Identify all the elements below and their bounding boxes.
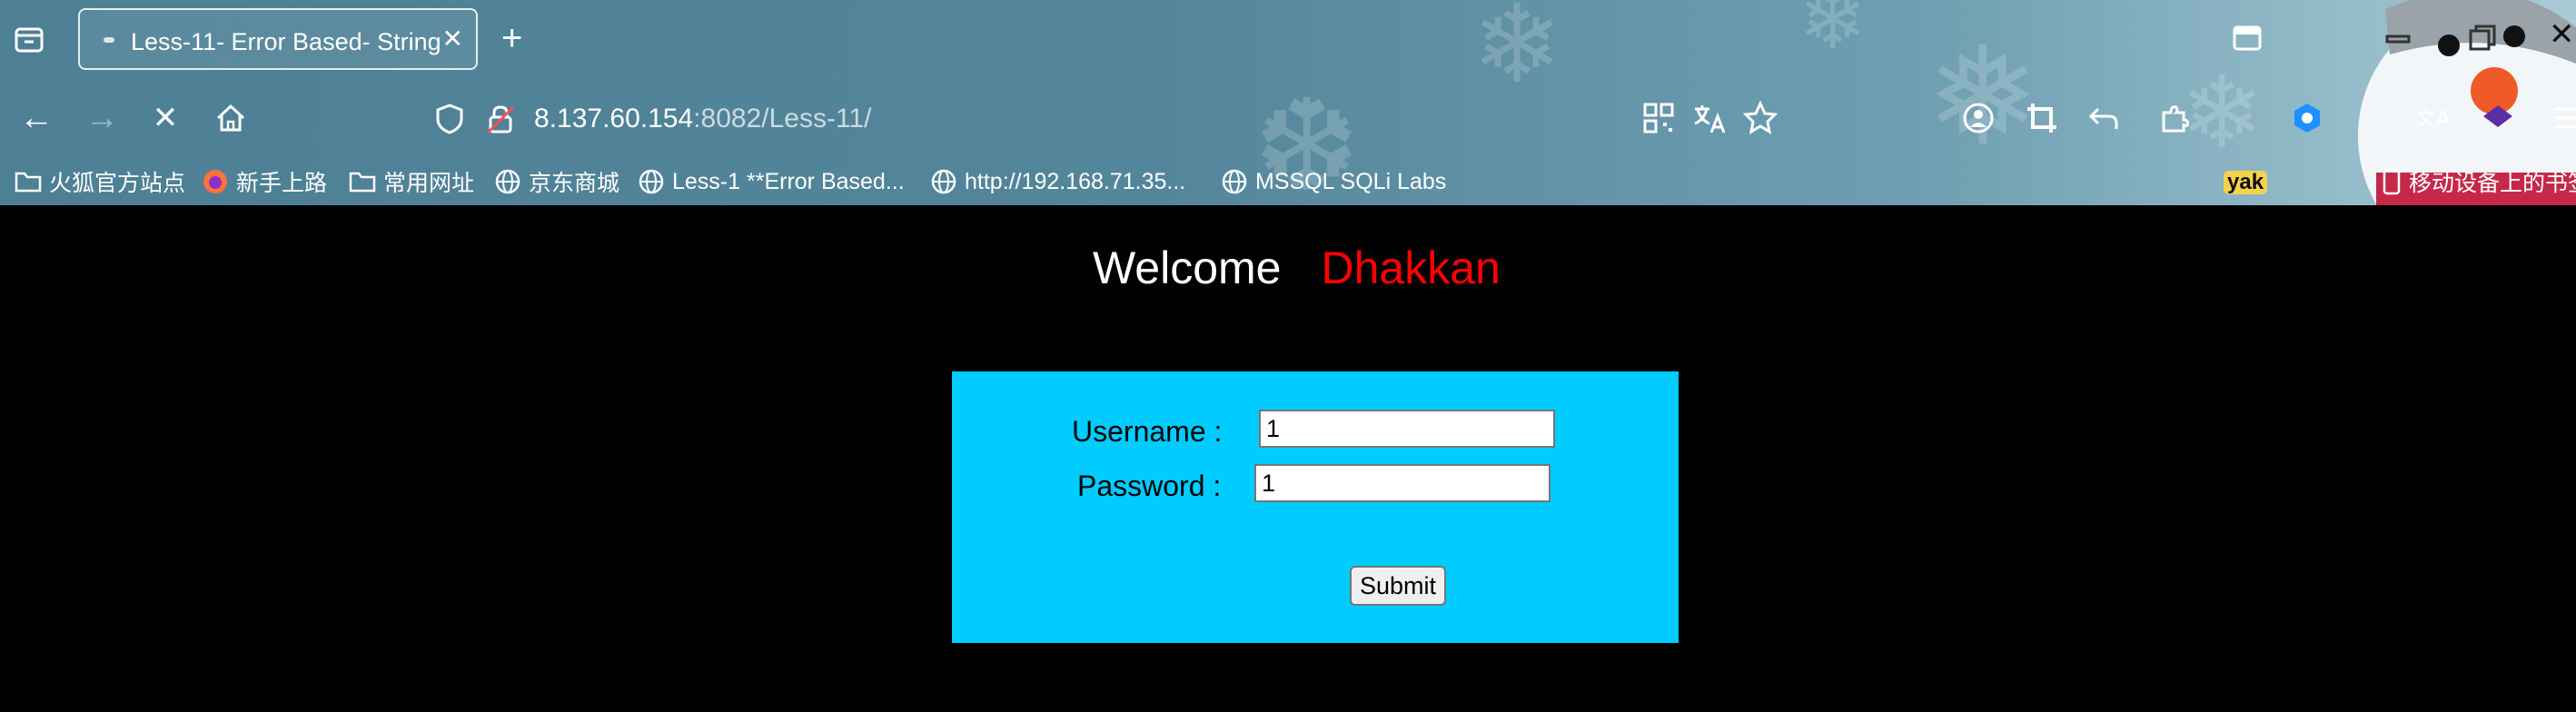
shield-icon[interactable] (432, 102, 467, 136)
username-highlight: Dhakkan (1321, 242, 1501, 293)
username-label: Username : (1072, 415, 1223, 448)
menu-icon[interactable] (2549, 100, 2576, 136)
bookmark-item[interactable]: 常用网址 (349, 165, 474, 198)
username-input[interactable] (1259, 410, 1555, 448)
globe-icon (639, 169, 664, 194)
submit-button[interactable]: Submit (1350, 566, 1446, 606)
password-label: Password : (1077, 470, 1222, 502)
welcome-heading: Welcome Dhakkan (1093, 242, 1501, 294)
bookmark-label: http://192.168.71.35... (965, 168, 1186, 194)
translate-icon[interactable] (1691, 100, 1728, 136)
stop-loading-button[interactable]: ✕ (145, 98, 185, 138)
bookmarks-toolbar: 火狐官方站点 新手上路 常用网址 京东商城 Less-1 **Error Bas… (0, 158, 2576, 205)
tab-less-11[interactable]: Less-11- Error Based- String ✕ (78, 8, 478, 70)
bookmark-item[interactable]: 火狐官方站点 (15, 165, 185, 198)
svg-text:文A: 文A (2416, 108, 2449, 131)
new-tab-icon[interactable]: + (501, 16, 522, 60)
globe-icon (1222, 169, 1247, 194)
forward-button[interactable]: → (82, 98, 122, 138)
bookmark-item[interactable]: 京东商城 (494, 165, 619, 198)
restore-icon[interactable] (2463, 20, 2500, 56)
bookmark-label: 常用网址 (383, 171, 475, 196)
tab-loading-icon (104, 37, 114, 43)
navigation-toolbar: ← → ✕ 8.137.60.154:8082/Less-11/ yak 文A (0, 80, 2576, 194)
bookmark-label: Less-1 **Error Based... (672, 168, 905, 194)
globe-icon (931, 169, 956, 194)
url-text: 8.137.60.154:8082/Less-11/ (534, 104, 871, 134)
login-form: Username : Password : Submit (952, 371, 1679, 643)
bookmark-label: 京东商城 (529, 171, 620, 196)
password-input[interactable] (1254, 464, 1551, 502)
mobile-bookmarks-label: 移动设备上的书签 (2409, 171, 2576, 196)
welcome-text: Welcome (1093, 242, 1282, 293)
bookmark-item[interactable]: http://192.168.71.35... (930, 165, 1185, 198)
translate-extension-icon[interactable]: 文A (2413, 100, 2449, 136)
minimize-icon[interactable] (2380, 20, 2416, 56)
undo-icon[interactable] (2086, 100, 2122, 136)
close-tab-icon[interactable]: ✕ (442, 26, 463, 52)
insecure-lock-icon[interactable] (483, 102, 518, 136)
extensions-puzzle-icon[interactable] (2156, 100, 2193, 136)
browser-chrome: ❄ ❄ ❅ ❆ ❄ Less-11- Error Based- String ✕… (0, 0, 2576, 205)
tab-list-icon[interactable] (11, 22, 47, 58)
bookmark-item[interactable]: Less-1 **Error Based... (638, 165, 905, 198)
extension-hexagon-icon[interactable] (2289, 100, 2325, 136)
bookmark-star-icon[interactable] (1742, 100, 1778, 136)
home-icon[interactable] (211, 98, 251, 138)
bookmark-item[interactable]: 新手上路 (202, 165, 327, 198)
bookmark-label: MSSQL SQLi Labs (1255, 168, 1447, 194)
folder-icon (349, 172, 376, 193)
bookmark-label: 火狐官方站点 (49, 171, 186, 196)
bookmark-label: 新手上路 (236, 171, 328, 196)
tab-title: Less-11- Error Based- String (131, 28, 441, 55)
globe-icon (495, 169, 520, 194)
folder-icon (15, 172, 42, 193)
address-bar[interactable]: 8.137.60.154:8082/Less-11/ (427, 93, 1608, 145)
back-button[interactable]: ← (16, 98, 56, 138)
url-host: 8.137.60.154 (534, 104, 694, 134)
mobile-device-icon (2383, 168, 2401, 195)
crop-screenshot-icon[interactable] (2024, 100, 2060, 136)
close-window-icon[interactable]: ✕ (2549, 16, 2575, 53)
url-path: :8082/Less-11/ (693, 104, 872, 134)
tab-strip: Less-11- Error Based- String ✕ + ✕ (0, 0, 2576, 80)
bookmark-item[interactable]: MSSQL SQLi Labs (1221, 165, 1446, 198)
sidebar-icon[interactable] (2229, 20, 2265, 56)
qr-code-icon[interactable] (1640, 100, 1677, 136)
account-icon[interactable] (1960, 100, 1996, 136)
layers-extension-icon[interactable] (2480, 100, 2516, 136)
page-content: Welcome Dhakkan Username : Password : Sub… (0, 205, 2576, 712)
mobile-bookmarks[interactable]: 移动设备上的书签 (2382, 165, 2576, 198)
firefox-icon (203, 170, 227, 193)
